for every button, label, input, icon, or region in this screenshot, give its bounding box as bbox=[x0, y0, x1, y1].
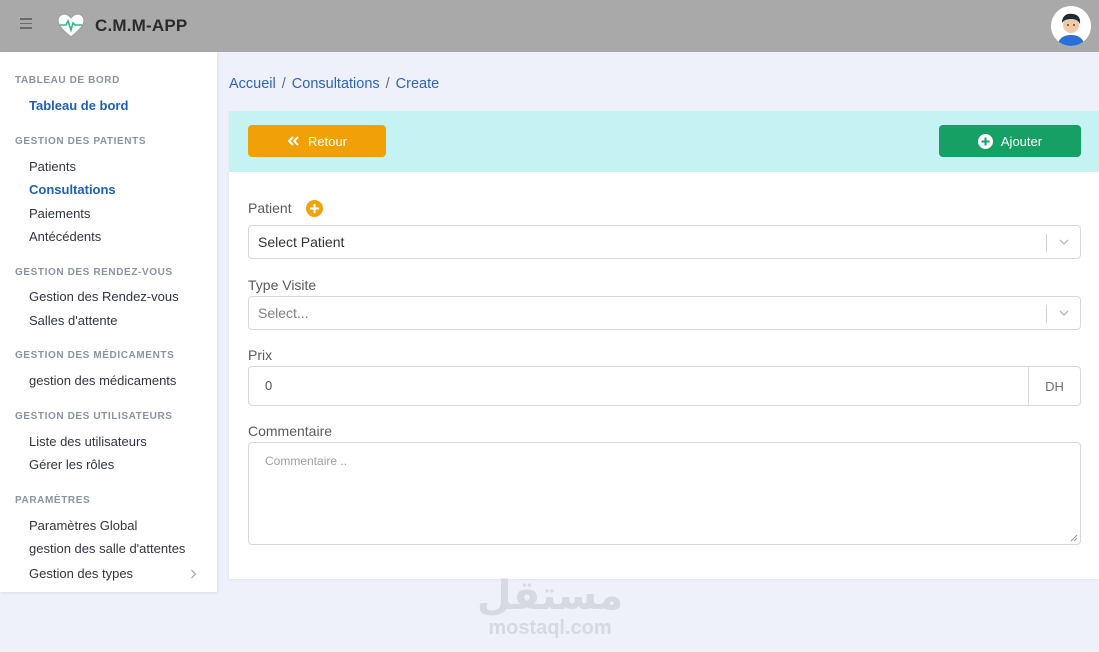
resize-handle-icon[interactable] bbox=[1070, 534, 1078, 542]
watermark-arabic: مستقل bbox=[476, 573, 624, 619]
sidebar-item-paiements[interactable]: Paiements bbox=[29, 206, 90, 221]
double-chevron-left-icon bbox=[287, 136, 300, 146]
card-header: Retour Ajouter bbox=[229, 111, 1099, 172]
breadcrumb-current: Create bbox=[395, 76, 440, 92]
watermark-latin: mostaql.com bbox=[488, 617, 612, 639]
sidebar-item-dashboard[interactable]: Tableau de bord bbox=[29, 98, 128, 113]
prix-input[interactable]: 0 bbox=[248, 366, 1029, 406]
add-button[interactable]: Ajouter bbox=[939, 125, 1081, 157]
back-button[interactable]: Retour bbox=[248, 125, 386, 157]
sidebar-section-rendez-vous: GESTION DES RENDEZ-VOUS bbox=[15, 267, 173, 278]
sidebar-section-parametres: PARAMÈTRES bbox=[15, 495, 91, 506]
plus-circle-icon bbox=[977, 133, 993, 149]
sidebar-item-roles[interactable]: Gérer les rôles bbox=[29, 457, 114, 472]
add-button-label: Ajouter bbox=[1000, 133, 1043, 149]
top-header: C.M.M-APP bbox=[0, 0, 1099, 52]
breadcrumb-separator: / bbox=[385, 76, 390, 92]
currency-addon: DH bbox=[1028, 366, 1081, 406]
breadcrumb-section[interactable]: Consultations bbox=[292, 76, 380, 92]
app-title: C.M.M-APP bbox=[95, 16, 188, 35]
breadcrumb: Accueil / Consultations / Create bbox=[229, 76, 439, 92]
patient-select-value: Select Patient bbox=[258, 234, 345, 250]
add-patient-icon[interactable] bbox=[306, 200, 323, 217]
watermark: مستقل mostaql.com bbox=[470, 575, 630, 639]
patient-select[interactable]: Select Patient bbox=[248, 225, 1081, 259]
hamburger-icon[interactable] bbox=[20, 18, 34, 32]
sidebar-item-medicaments[interactable]: gestion des médicaments bbox=[29, 373, 176, 388]
sidebar-item-antecedents[interactable]: Antécédents bbox=[29, 229, 101, 244]
user-avatar[interactable] bbox=[1051, 6, 1091, 46]
prix-input-value: 0 bbox=[265, 378, 273, 393]
sidebar-section-medicaments: GESTION DES MÉDICAMENTS bbox=[15, 350, 175, 361]
back-button-label: Retour bbox=[307, 133, 348, 149]
sidebar-item-utilisateurs[interactable]: Liste des utilisateurs bbox=[29, 434, 147, 449]
type-visite-placeholder: Select... bbox=[258, 305, 309, 321]
chevron-down-icon bbox=[1059, 239, 1069, 245]
chevron-right-icon[interactable] bbox=[190, 569, 197, 579]
select-divider bbox=[1046, 234, 1047, 252]
sidebar-item-salle-attentes[interactable]: gestion des salle d'attentes bbox=[29, 541, 185, 556]
patient-label: Patient bbox=[248, 200, 292, 216]
commentaire-label: Commentaire bbox=[248, 423, 333, 439]
type-visite-select[interactable]: Select... bbox=[248, 296, 1081, 330]
heart-pulse-icon bbox=[57, 13, 85, 38]
sidebar-section-patients: GESTION DES PATIENTS bbox=[15, 136, 147, 147]
sidebar-item-rendez-vous[interactable]: Gestion des Rendez-vous bbox=[29, 289, 179, 304]
sidebar-section-utilisateurs: GESTION DES UTILISATEURS bbox=[15, 411, 173, 422]
prix-label: Prix bbox=[248, 347, 273, 363]
sidebar-section-dashboard: TABLEAU DE BORD bbox=[15, 75, 120, 86]
consultation-form-card: Retour Ajouter Patient Select Patient Ty… bbox=[229, 111, 1099, 579]
chevron-down-icon bbox=[1059, 310, 1069, 316]
breadcrumb-home[interactable]: Accueil bbox=[229, 76, 276, 92]
commentaire-placeholder: Commentaire .. bbox=[265, 454, 348, 468]
select-divider bbox=[1046, 305, 1047, 323]
sidebar-item-patients[interactable]: Patients bbox=[29, 159, 76, 174]
sidebar-item-consultations[interactable]: Consultations bbox=[29, 182, 116, 197]
sidebar-item-salles-attente[interactable]: Salles d'attente bbox=[29, 313, 118, 328]
type-visite-label: Type Visite bbox=[248, 277, 317, 293]
breadcrumb-separator: / bbox=[281, 76, 286, 92]
sidebar-item-types[interactable]: Gestion des types bbox=[29, 566, 133, 581]
sidebar-item-parametres-global[interactable]: Paramètres Global bbox=[29, 518, 137, 533]
commentaire-textarea[interactable]: Commentaire .. bbox=[248, 442, 1081, 545]
